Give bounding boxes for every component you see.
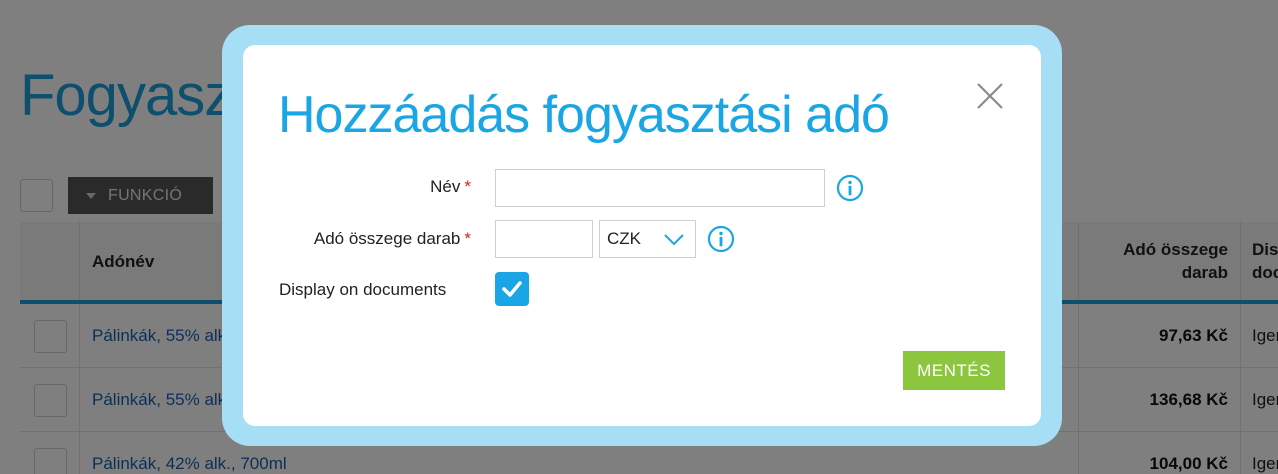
amount-label-text: Adó összege darab bbox=[313, 229, 461, 248]
checkmark-icon bbox=[502, 281, 522, 297]
add-excise-tax-dialog: Hozzáadás fogyasztási adó Név * Adó össze… bbox=[243, 45, 1041, 426]
currency-value: CZK bbox=[607, 229, 641, 248]
required-marker: * bbox=[464, 229, 471, 248]
amount-input[interactable] bbox=[495, 220, 593, 258]
modal-title: Hozzáadás fogyasztási adó bbox=[278, 86, 890, 144]
name-label-text: Név bbox=[430, 177, 461, 196]
display-on-documents-checkbox[interactable] bbox=[495, 272, 529, 306]
name-info-button[interactable] bbox=[836, 174, 864, 202]
chevron-down-icon bbox=[664, 234, 684, 246]
save-button[interactable]: MENTÉS bbox=[903, 351, 1005, 390]
amount-info-button[interactable] bbox=[707, 225, 735, 253]
amount-label: Adó összege darab * bbox=[314, 229, 471, 249]
required-marker: * bbox=[464, 177, 471, 196]
name-label: Név * bbox=[430, 177, 471, 197]
name-input[interactable] bbox=[495, 169, 825, 207]
close-button[interactable] bbox=[973, 79, 1007, 113]
display-on-documents-label: Display on documents bbox=[279, 280, 447, 299]
info-icon bbox=[707, 225, 735, 253]
modal-frame: Hozzáadás fogyasztási adó Név * Adó össze… bbox=[222, 25, 1062, 446]
currency-select[interactable]: CZK bbox=[599, 220, 696, 258]
close-icon bbox=[977, 83, 1003, 109]
info-icon bbox=[836, 174, 864, 202]
